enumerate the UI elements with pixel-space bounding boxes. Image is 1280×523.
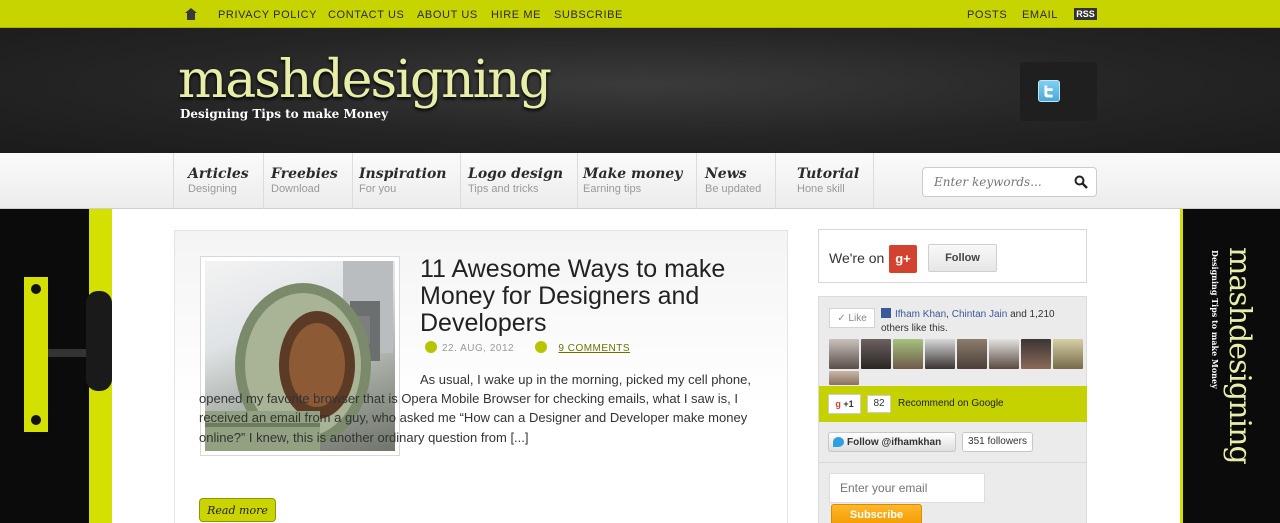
- subscribe-button[interactable]: Subscribe: [831, 504, 922, 523]
- hanger-graphic: [24, 209, 112, 523]
- facebook-avatar[interactable]: [925, 339, 955, 369]
- site-logo[interactable]: mashdesigning: [178, 50, 552, 110]
- clock-icon: [425, 341, 437, 353]
- search-input[interactable]: [922, 167, 1097, 197]
- facebook-avatar[interactable]: [829, 339, 859, 369]
- nav-item-title: Logo design: [468, 166, 564, 182]
- nav-item-freebies[interactable]: Freebies Download: [257, 153, 353, 209]
- nav-item-title: Articles: [188, 166, 249, 182]
- nav-item-subtitle: Earning tips: [583, 183, 642, 195]
- nav-item-articles[interactable]: Articles Designing: [173, 153, 264, 209]
- vertical-logo: mashdesigning: [1222, 247, 1257, 464]
- about-us-link[interactable]: ABOUT US: [417, 9, 478, 21]
- facebook-avatar[interactable]: [1053, 339, 1083, 369]
- post-meta: 22. AUG, 2012 9 COMMENTS: [425, 341, 630, 354]
- nav-item-subtitle: Be updated: [705, 183, 762, 195]
- search-icon[interactable]: [1074, 175, 1088, 189]
- post-title[interactable]: 11 Awesome Ways to make Money for Design…: [420, 256, 770, 337]
- post-date: 22. AUG, 2012: [442, 343, 515, 354]
- nav-item-title: News: [705, 166, 747, 182]
- posts-feed-link[interactable]: POSTS: [967, 9, 1007, 21]
- site-header: mashdesigning Designing Tips to make Mon…: [0, 28, 1280, 153]
- nav-item-subtitle: Designing: [188, 183, 237, 195]
- nav-item-subtitle: Download: [271, 183, 320, 195]
- google-plus-icon[interactable]: g+: [889, 245, 917, 273]
- fb-connector: ,: [946, 309, 949, 320]
- hire-me-link[interactable]: HIRE ME: [491, 9, 541, 21]
- comments-link[interactable]: 9 COMMENTS: [558, 343, 630, 354]
- nav-item-news[interactable]: News Be updated: [691, 153, 777, 209]
- email-field[interactable]: [829, 473, 985, 503]
- twitter-bird-icon: [833, 437, 844, 447]
- email-feed-link[interactable]: EMAIL: [1022, 9, 1058, 21]
- fb-friend-name[interactable]: Ifham Khan: [895, 309, 946, 320]
- facebook-like-button[interactable]: ✓ Like: [829, 308, 875, 328]
- vertical-tagline: Designing Tips to make Money: [1210, 250, 1220, 389]
- nav-item-make-money[interactable]: Make money Earning tips: [569, 153, 698, 209]
- nav-item-title: Freebies: [271, 166, 338, 182]
- twitter-follow-row: Follow @ifhamkhan 351 followers: [819, 422, 1087, 463]
- read-more-button[interactable]: Read more: [199, 498, 276, 522]
- social-widget: ✓ Like Ifham Khan, Chintan Jain and 1,21…: [818, 296, 1087, 523]
- facebook-avatar[interactable]: [989, 339, 1019, 369]
- gplus-one-label: +1: [843, 399, 854, 409]
- facebook-icon: [881, 308, 891, 318]
- nav-item-subtitle: For you: [359, 183, 397, 195]
- nav-item-title: Make money: [583, 166, 683, 182]
- privacy-policy-link[interactable]: PRIVACY POLICY: [218, 9, 317, 21]
- rss-icon[interactable]: RSS: [1074, 8, 1097, 20]
- facebook-avatar[interactable]: [957, 339, 987, 369]
- comment-icon: [535, 341, 548, 353]
- contact-us-link[interactable]: CONTACT US: [328, 9, 405, 21]
- nav-item-subtitle: Tips and tricks: [468, 183, 539, 195]
- google-plus-box: We're on g+ Follow: [818, 229, 1087, 283]
- nav-item-title: Tutorial: [797, 166, 860, 182]
- facebook-avatar[interactable]: [829, 371, 859, 385]
- facebook-likes-text: Ifham Khan, Chintan Jain and 1,210 other…: [881, 308, 1081, 335]
- gplus-count: 82: [867, 395, 891, 413]
- gplus-prefix: We're on: [829, 250, 885, 266]
- subscribe-link[interactable]: SUBSCRIBE: [554, 9, 623, 21]
- gplus-recommend-text: Recommend on Google: [898, 398, 1004, 409]
- google-plus-one-row: g +1 82 Recommend on Google: [819, 386, 1087, 422]
- nav-item-logo-design[interactable]: Logo design Tips and tricks: [454, 153, 579, 209]
- facebook-avatar[interactable]: [893, 339, 923, 369]
- main-navigation: Articles Designing Freebies Download Ins…: [0, 153, 1280, 209]
- twitter-icon[interactable]: [1038, 80, 1060, 102]
- nav-item-title: Inspiration: [359, 166, 447, 182]
- twitter-widget: [1020, 62, 1097, 121]
- nav-item-tutorial[interactable]: Tutorial Hone skill: [783, 153, 875, 209]
- nav-item-inspiration[interactable]: Inspiration For you: [345, 153, 462, 209]
- blog-post: 11 Awesome Ways to make Money for Design…: [174, 230, 788, 523]
- facebook-avatar[interactable]: [1021, 339, 1051, 369]
- fb-friend-name[interactable]: Chintan Jain: [952, 309, 1008, 320]
- twitter-follow-button[interactable]: Follow @ifhamkhan: [828, 432, 956, 452]
- nav-item-subtitle: Hone skill: [797, 183, 845, 195]
- post-excerpt: As usual, I wake up in the morning, pick…: [199, 372, 751, 445]
- twitter-followers-count: 351 followers: [962, 432, 1033, 452]
- top-bar: PRIVACY POLICY CONTACT US ABOUT US HIRE …: [0, 0, 1280, 28]
- gplus-follow-button[interactable]: Follow: [928, 244, 997, 272]
- site-tagline: Designing Tips to make Money: [180, 107, 389, 121]
- thumbs-up-icon: ✓: [837, 312, 849, 324]
- left-decorative-panel: [0, 209, 112, 523]
- gplus-one-button[interactable]: g +1: [828, 394, 861, 414]
- twitter-follow-label: Follow @ifhamkhan: [847, 436, 942, 448]
- facebook-avatar[interactable]: [861, 339, 891, 369]
- home-icon[interactable]: [185, 8, 197, 20]
- like-label: Like: [848, 312, 867, 324]
